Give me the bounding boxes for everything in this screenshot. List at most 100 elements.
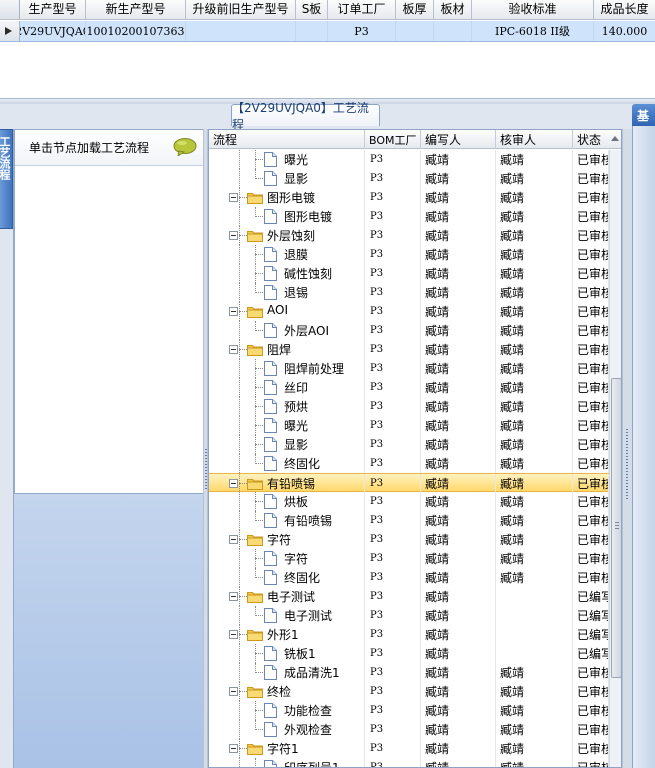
tree-step-row[interactable]: 显影P3臧靖臧靖已审核 (209, 435, 621, 454)
flow-name[interactable]: 外层AOI (284, 322, 329, 339)
reviewer-cell[interactable]: 臧靖 (496, 245, 573, 264)
writer-cell[interactable]: 臧靖 (421, 682, 496, 701)
status-cell[interactable]: 已审核 (573, 511, 609, 530)
vertical-tab-process[interactable]: 工艺流程 (0, 129, 13, 229)
status-cell[interactable]: 已审核 (573, 663, 609, 682)
reviewer-cell[interactable] (496, 644, 573, 663)
bom-factory-cell[interactable]: P3 (365, 606, 421, 625)
reviewer-cell[interactable] (496, 587, 573, 606)
status-cell[interactable]: 已审核 (573, 302, 609, 321)
cell-model[interactable]: 2V29UVJQA0 (20, 21, 86, 41)
bom-factory-cell[interactable]: P3 (365, 245, 421, 264)
tree-step-row[interactable]: 碱性蚀刻P3臧靖臧靖已审核 (209, 264, 621, 283)
status-cell[interactable]: 已审核 (573, 758, 609, 767)
reviewer-cell[interactable]: 臧靖 (496, 416, 573, 435)
status-cell[interactable]: 已审核 (573, 264, 609, 283)
bom-factory-cell[interactable]: P3 (365, 644, 421, 663)
status-cell[interactable]: 已审核 (573, 359, 609, 378)
status-cell[interactable]: 已审核 (573, 378, 609, 397)
tree-group-row[interactable]: 电子测试 P3臧靖 已编写 (209, 587, 621, 606)
flow-cell[interactable]: 电子测试 (209, 587, 365, 606)
writer-cell[interactable]: 臧靖 (421, 416, 496, 435)
flow-name[interactable]: 印序列号1 (284, 759, 340, 767)
writer-cell[interactable]: 臧靖 (421, 207, 496, 226)
flow-cell[interactable]: 字符 (209, 530, 365, 549)
writer-cell[interactable]: 臧靖 (421, 150, 496, 169)
right-collapsed-panel[interactable] (632, 126, 655, 768)
writer-cell[interactable]: 臧靖 (421, 758, 496, 767)
tree-step-row[interactable]: 显影P3臧靖臧靖已审核 (209, 169, 621, 188)
flow-cell[interactable]: 阻焊前处理 (209, 359, 365, 378)
flow-name[interactable]: 图形电镀 (284, 208, 332, 225)
flow-name[interactable]: 阻焊前处理 (284, 360, 344, 377)
flow-name[interactable]: 电子测试 (267, 588, 315, 605)
tree-step-row[interactable]: 功能检查P3臧靖臧靖已审核 (209, 701, 621, 720)
writer-cell[interactable]: 臧靖 (421, 378, 496, 397)
col-header-model[interactable]: 生产型号 (20, 0, 86, 19)
flow-name[interactable]: 曝光 (284, 417, 308, 434)
flow-cell[interactable]: 终固化 (209, 568, 365, 587)
tree-step-row[interactable]: 退锡P3臧靖臧靖已审核 (209, 283, 621, 302)
bom-factory-cell[interactable]: P3 (365, 340, 421, 359)
tree-group-row[interactable]: 字符1P3臧靖臧靖已审核 (209, 739, 621, 758)
writer-cell[interactable]: 臧靖 (421, 739, 496, 758)
flow-name[interactable]: 退锡 (284, 284, 308, 301)
sort-up-icon[interactable] (611, 136, 619, 141)
status-cell[interactable]: 已审核 (573, 701, 609, 720)
bom-factory-cell[interactable]: P3 (365, 663, 421, 682)
bom-factory-cell[interactable]: P3 (365, 435, 421, 454)
flow-cell[interactable]: AOI (209, 302, 365, 321)
tree-group-row[interactable]: 终检P3臧靖臧靖已审核 (209, 682, 621, 701)
bom-factory-cell[interactable]: P3 (365, 549, 421, 568)
tree-step-row[interactable]: 终固化P3臧靖臧靖已审核 (209, 568, 621, 587)
collapse-toggle-icon[interactable] (229, 592, 238, 601)
bom-factory-cell[interactable]: P3 (365, 169, 421, 188)
flow-cell[interactable]: 退膜 (209, 245, 365, 264)
tree-group-row[interactable]: 字符P3臧靖臧靖已审核 (209, 530, 621, 549)
cell-material[interactable] (434, 21, 472, 41)
flow-cell[interactable]: 外观检查 (209, 720, 365, 739)
reviewer-cell[interactable]: 臧靖 (496, 511, 573, 530)
tree-step-row[interactable]: 曝光P3臧靖臧靖已审核 (209, 416, 621, 435)
reviewer-cell[interactable]: 臧靖 (496, 340, 573, 359)
tree-group-row[interactable]: AOIP3臧靖臧靖已审核 (209, 302, 621, 321)
writer-cell[interactable]: 臧靖 (421, 283, 496, 302)
tree-group-row[interactable]: 有铅喷锡P3臧靖臧靖已审核 (209, 473, 621, 493)
reviewer-cell[interactable]: 臧靖 (496, 701, 573, 720)
writer-cell[interactable]: 臧靖 (421, 169, 496, 188)
flow-name[interactable]: 铣板1 (284, 645, 316, 662)
flow-cell[interactable]: 曝光 (209, 416, 365, 435)
tree-step-row[interactable]: 阻焊前处理P3臧靖臧靖已审核 (209, 359, 621, 378)
writer-cell[interactable]: 臧靖 (421, 701, 496, 720)
bom-factory-cell[interactable]: P3 (365, 701, 421, 720)
cell-new-model[interactable]: 10010200107363 (86, 21, 186, 41)
flow-cell[interactable]: 铣板1 (209, 644, 365, 663)
writer-cell[interactable]: 臧靖 (421, 606, 496, 625)
flow-name[interactable]: 有铅喷锡 (267, 475, 315, 492)
tree-step-row[interactable]: 外层AOIP3臧靖臧靖已审核 (209, 321, 621, 340)
status-cell[interactable]: 已审核 (573, 188, 609, 207)
reviewer-cell[interactable]: 臧靖 (496, 207, 573, 226)
flow-name[interactable]: 丝印 (284, 379, 308, 396)
bom-factory-cell[interactable]: P3 (365, 359, 421, 378)
tree-step-row[interactable]: 图形电镀P3臧靖臧靖已审核 (209, 207, 621, 226)
right-divider-grip-icon[interactable] (626, 429, 628, 499)
flow-name[interactable]: 烘板 (284, 493, 308, 510)
bom-factory-cell[interactable]: P3 (365, 188, 421, 207)
col-header-bom-factory[interactable]: BOM工厂 (365, 130, 421, 149)
tab-process-tree[interactable]: 【2V29UVJQA0】工艺流程 (231, 101, 380, 132)
reviewer-cell[interactable]: 臧靖 (496, 568, 573, 587)
reviewer-cell[interactable]: 臧靖 (496, 474, 573, 493)
bom-factory-cell[interactable]: P3 (365, 739, 421, 758)
tree-step-row[interactable]: 有铅喷锡P3臧靖臧靖已审核 (209, 511, 621, 530)
bom-factory-cell[interactable]: P3 (365, 321, 421, 340)
cell-standard[interactable]: IPC-6018 II级 (472, 21, 594, 41)
flow-cell[interactable]: 丝印 (209, 378, 365, 397)
status-cell[interactable]: 已审核 (573, 397, 609, 416)
flow-name[interactable]: 成品清洗1 (284, 664, 340, 681)
collapse-toggle-icon[interactable] (229, 193, 238, 202)
flow-name[interactable]: 外观检查 (284, 721, 332, 738)
col-header-flow[interactable]: 流程 (209, 130, 365, 149)
writer-cell[interactable]: 臧靖 (421, 359, 496, 378)
status-cell[interactable]: 已审核 (573, 226, 609, 245)
